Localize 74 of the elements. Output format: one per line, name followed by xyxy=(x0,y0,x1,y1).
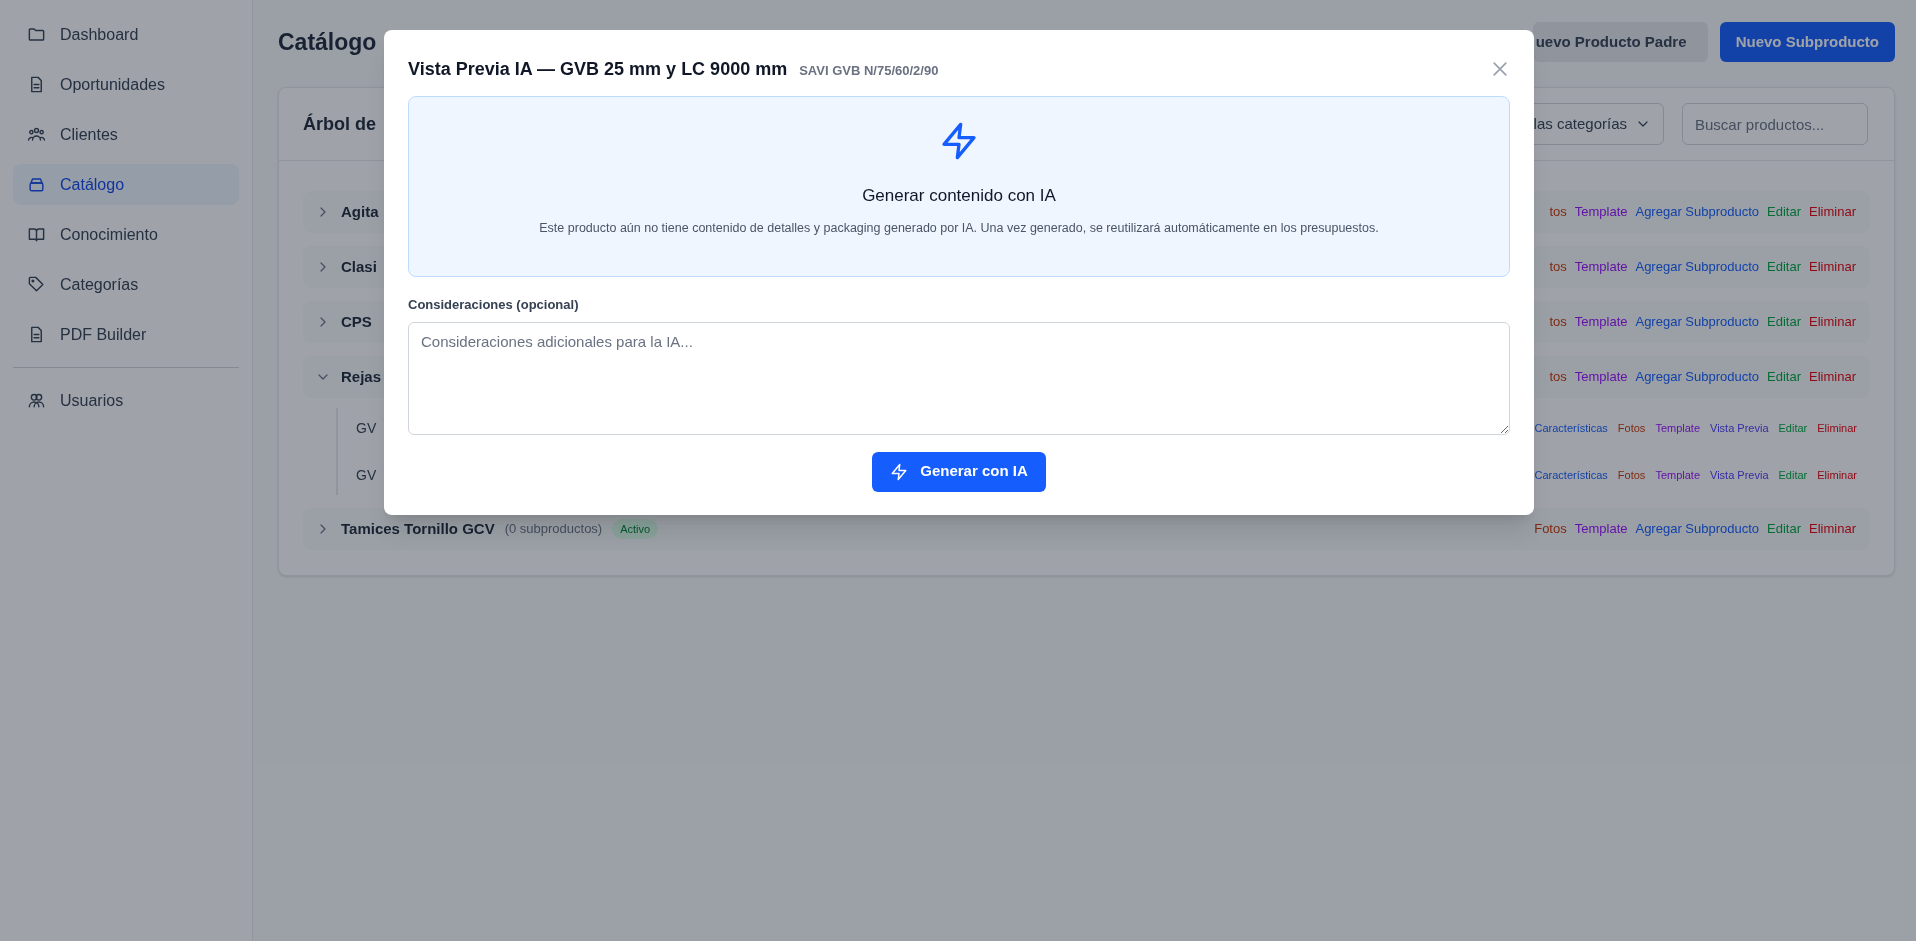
new-subproduct-button[interactable]: Nuevo Subproducto xyxy=(1719,22,1895,62)
delete-link[interactable]: Eliminar xyxy=(1809,202,1856,222)
lightning-icon xyxy=(890,462,909,481)
photos-link[interactable]: Fotos xyxy=(1617,466,1646,484)
people-icon xyxy=(27,391,46,410)
edit-link[interactable]: Editar xyxy=(1767,257,1802,277)
folder-icon xyxy=(27,25,46,44)
photos-link[interactable]: Fotos xyxy=(1534,519,1567,539)
status-badge: Activo xyxy=(612,518,659,540)
edit-link[interactable]: Editar xyxy=(1767,519,1802,539)
photos-link[interactable]: Fotos xyxy=(1617,419,1646,437)
field-label: Consideraciones (opcional) xyxy=(408,296,580,314)
sidebar-item[interactable]: Clientes xyxy=(13,114,239,155)
product-name: Clasi xyxy=(341,256,377,277)
photos-link[interactable]: tos xyxy=(1549,367,1567,387)
new-parent-product-button[interactable]: uevo Producto Padre xyxy=(1532,22,1708,62)
add-subproduct-link[interactable]: Agregar Subproducto xyxy=(1635,257,1760,277)
preview-link[interactable]: Vista Previa xyxy=(1710,419,1769,437)
template-link[interactable]: Template xyxy=(1655,419,1700,437)
template-link[interactable]: Template xyxy=(1655,466,1700,484)
delete-link[interactable]: Eliminar xyxy=(1809,312,1856,332)
edit-link[interactable]: Editar xyxy=(1767,202,1802,222)
product-name: Agita xyxy=(341,201,379,222)
sidebar-item[interactable]: Dashboard xyxy=(13,14,239,55)
product-code: SAVI GVB N/75/60/2/90 xyxy=(799,61,939,80)
add-subproduct-link[interactable]: Agregar Subproducto xyxy=(1635,312,1760,332)
template-link[interactable]: Template xyxy=(1574,367,1628,387)
photos-link[interactable]: tos xyxy=(1549,312,1567,332)
edit-link[interactable]: Editar xyxy=(1778,419,1808,437)
add-subproduct-link[interactable]: Agregar Subproducto xyxy=(1635,519,1760,539)
features-link[interactable]: Características xyxy=(1534,419,1608,437)
ai-panel-heading: Generar contenido con IA xyxy=(862,185,1056,207)
search-field[interactable]: Buscar productos... xyxy=(1682,103,1868,145)
features-link[interactable]: Características xyxy=(1534,466,1608,484)
product-name: CPS xyxy=(341,311,372,332)
subproduct-name: GV xyxy=(356,418,377,438)
photos-link[interactable]: tos xyxy=(1549,257,1567,277)
archive-icon xyxy=(27,175,46,194)
product-name: Rejas xyxy=(341,366,382,387)
sidebar-item[interactable]: Usuarios xyxy=(13,380,239,421)
sidebar-item[interactable]: Conocimiento xyxy=(13,214,239,255)
product-name: Tamices Tornillo GCV xyxy=(341,518,495,539)
edit-link[interactable]: Editar xyxy=(1778,466,1808,484)
sidebar-item[interactable]: PDF Builder xyxy=(13,314,239,355)
tag-icon xyxy=(27,275,46,294)
sidebar-item[interactable]: Catálogo xyxy=(13,164,239,205)
generate-button[interactable]: Generar con IA xyxy=(872,451,1046,492)
add-subproduct-link[interactable]: Agregar Subproducto xyxy=(1635,367,1760,387)
ai-panel-description: Este producto aún no tiene contenido de detalles y packaging generado por IA. Una vez generado, se reutilizará automáticamente en los presupuestos. xyxy=(539,219,1379,237)
modal-title: Vista Previa IA — GVB 25 mm y LC 9000 mm xyxy=(408,57,788,81)
book-icon xyxy=(27,225,46,244)
users-icon xyxy=(27,125,46,144)
delete-link[interactable]: Eliminar xyxy=(1817,466,1857,484)
delete-link[interactable]: Eliminar xyxy=(1809,367,1856,387)
considerations-field[interactable]: Consideraciones adicionales para la IA... xyxy=(408,321,1510,435)
delete-link[interactable]: Eliminar xyxy=(1809,257,1856,277)
page-title: Catálogo xyxy=(278,27,377,57)
sidebar-item[interactable]: Oportunidades xyxy=(13,64,239,105)
edit-link[interactable]: Editar xyxy=(1767,312,1802,332)
sidebar-item[interactable]: Categorías xyxy=(13,264,239,305)
template-link[interactable]: Template xyxy=(1574,312,1628,332)
add-subproduct-link[interactable]: Agregar Subproducto xyxy=(1635,202,1760,222)
lightning-icon xyxy=(939,121,979,161)
close-icon[interactable] xyxy=(1490,59,1510,79)
edit-link[interactable]: Editar xyxy=(1767,367,1802,387)
preview-link[interactable]: Vista Previa xyxy=(1710,466,1769,484)
delete-link[interactable]: Eliminar xyxy=(1809,519,1856,539)
delete-link[interactable]: Eliminar xyxy=(1817,419,1857,437)
template-link[interactable]: Template xyxy=(1574,519,1628,539)
photos-link[interactable]: tos xyxy=(1549,202,1567,222)
template-link[interactable]: Template xyxy=(1574,202,1628,222)
card-title: Árbol de xyxy=(303,112,376,136)
template-link[interactable]: Template xyxy=(1574,257,1628,277)
subproduct-count: (0 subproductos) xyxy=(504,520,603,539)
